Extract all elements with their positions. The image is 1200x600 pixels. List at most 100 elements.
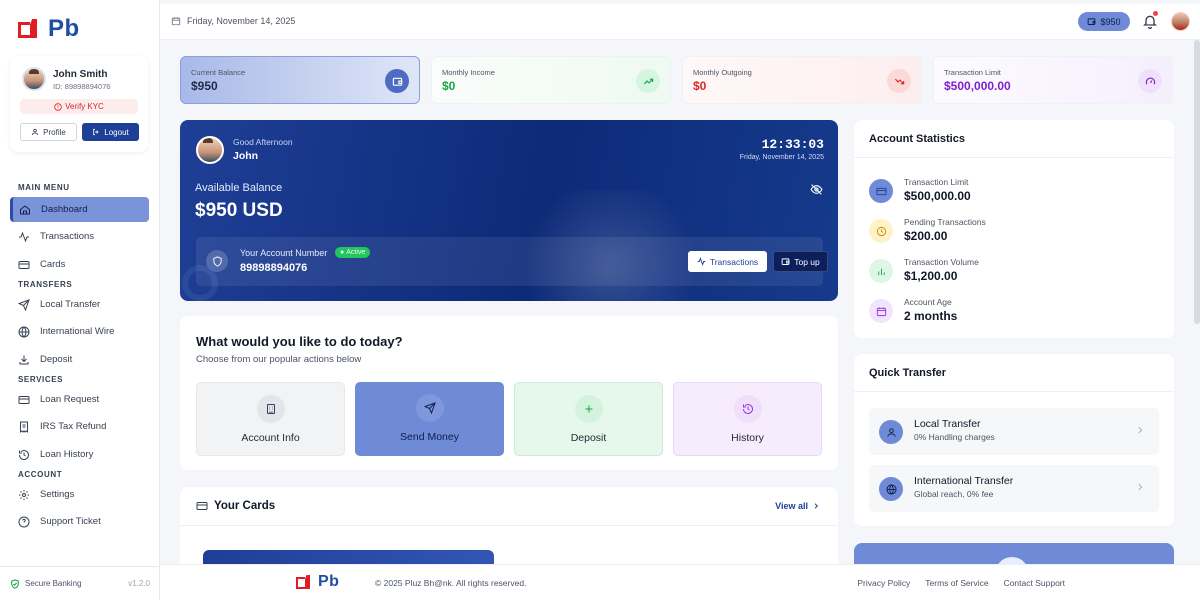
logout-button[interactable]: Logout	[82, 123, 139, 141]
live-clock: 12:33:03	[761, 137, 824, 152]
quick-transfer-international[interactable]: International Transfer Global reach, 0% …	[869, 465, 1159, 512]
stat-row-account-age: Account Age 2 months	[869, 293, 1149, 327]
action-history[interactable]: History	[673, 382, 822, 456]
verify-kyc-button[interactable]: Verify KYC	[20, 99, 138, 114]
clock-icon	[869, 219, 893, 243]
sidebar-item-dashboard[interactable]: Dashboard	[10, 197, 149, 222]
stat-monthly-outgoing: Monthly Outgoing $0	[682, 56, 922, 104]
quick-transfer-title: Quick Transfer	[869, 367, 947, 379]
sidebar-item-loan-request[interactable]: Loan Request	[10, 387, 149, 412]
action-send-money[interactable]: Send Money	[355, 382, 504, 456]
user-name: John Smith	[53, 69, 108, 80]
nav-section-transfers: TRANSFERS	[18, 280, 73, 289]
sidebar-item-label: Loan Request	[40, 394, 100, 405]
status-text: Active	[346, 249, 366, 256]
quick-transfer-sub: Global reach, 0% fee	[914, 489, 994, 499]
privacy-policy-link[interactable]: Privacy Policy	[857, 578, 910, 588]
stat-row-label: Transaction Volume	[904, 257, 979, 267]
nav-section-services: SERVICES	[18, 375, 64, 384]
transactions-button-label: Transactions	[709, 256, 759, 267]
account-number-box: Your Account Number ● Active 89898894076 …	[196, 237, 828, 286]
stat-row-value: 2 months	[904, 309, 958, 323]
action-deposit[interactable]: Deposit	[514, 382, 663, 456]
send-icon	[18, 298, 30, 311]
logout-icon	[93, 128, 99, 136]
sidebar-item-international-wire[interactable]: International Wire	[10, 319, 149, 344]
history-icon	[18, 449, 30, 461]
stat-label: Current Balance	[191, 68, 246, 77]
page-scrollbar[interactable]	[1194, 40, 1200, 324]
top-up-button[interactable]: Top up	[773, 251, 828, 272]
sidebar-item-local-transfer[interactable]: Local Transfer	[10, 292, 149, 317]
sidebar: Pb John Smith ID: 89898894076 Verify KYC…	[0, 0, 160, 600]
action-account-info[interactable]: Account Info	[196, 382, 345, 456]
receipt-icon	[18, 421, 30, 433]
contact-support-link[interactable]: Contact Support	[1004, 578, 1065, 588]
shield-check-icon	[11, 578, 19, 589]
sidebar-item-label: Local Transfer	[40, 299, 101, 310]
gauge-icon	[1138, 69, 1162, 93]
trending-up-icon	[636, 69, 660, 93]
brand-logo[interactable]: Pb	[18, 14, 80, 44]
footer-brand-name: Pb	[318, 573, 340, 590]
top-up-button-label: Top up	[794, 256, 820, 267]
nav-section-account: ACCOUNT	[18, 470, 63, 479]
download-icon	[18, 354, 30, 366]
user-avatar	[22, 67, 46, 91]
terms-of-service-link[interactable]: Terms of Service	[925, 578, 988, 588]
current-date-text: Friday, November 14, 2025	[187, 16, 296, 26]
action-label: Send Money	[400, 431, 459, 443]
nav-section-main: MAIN MENU	[18, 183, 70, 192]
balance-hero: Good Afternoon John 12:33:03 Friday, Nov…	[180, 120, 838, 301]
sidebar-item-label: IRS Tax Refund	[40, 421, 107, 432]
sidebar-item-transactions[interactable]: Transactions	[10, 224, 149, 249]
top-bar: Friday, November 14, 2025 $950	[160, 4, 1200, 40]
bar-chart-icon	[869, 259, 893, 283]
account-number: 89898894076	[240, 262, 308, 274]
history-icon	[733, 395, 762, 423]
eye-off-icon[interactable]	[810, 183, 823, 196]
quick-transfer-name: Local Transfer	[914, 418, 981, 430]
sidebar-item-settings[interactable]: Settings	[10, 482, 149, 507]
logo-icon	[296, 574, 312, 590]
footer-logo[interactable]: Pb	[296, 573, 339, 591]
quick-actions: What would you like to do today? Choose …	[180, 316, 838, 470]
brand-name: Pb	[48, 15, 80, 42]
sidebar-item-cards[interactable]: Cards	[10, 252, 149, 277]
app-version: v1.2.0	[128, 579, 150, 588]
view-all-link[interactable]: View all	[775, 501, 820, 511]
user-card: John Smith ID: 89898894076 Verify KYC Pr…	[10, 56, 148, 152]
transactions-button[interactable]: Transactions	[688, 251, 767, 272]
credit-card-icon	[18, 259, 30, 271]
stat-monthly-income: Monthly Income $0	[431, 56, 671, 104]
sidebar-item-deposit[interactable]: Deposit	[10, 347, 149, 372]
balance-pill[interactable]: $950	[1078, 12, 1130, 31]
sidebar-item-label: Support Ticket	[40, 516, 101, 527]
stat-value: $0	[442, 79, 456, 93]
top-avatar[interactable]	[1171, 12, 1190, 31]
trending-down-icon	[887, 69, 911, 93]
profile-button[interactable]: Profile	[20, 123, 77, 141]
cards-title-text: Your Cards	[214, 500, 276, 512]
sidebar-item-label: Cards	[40, 259, 66, 270]
stat-row-value: $1,200.00	[904, 269, 958, 283]
activity-icon	[697, 257, 706, 266]
gear-icon	[18, 489, 30, 501]
chevron-right-icon	[1138, 426, 1143, 434]
sidebar-item-loan-history[interactable]: Loan History	[10, 442, 149, 467]
sidebar-item-support-ticket[interactable]: Support Ticket	[10, 509, 149, 534]
quick-transfer-name: International Transfer	[914, 475, 1014, 487]
stat-label: Monthly Income	[442, 68, 495, 77]
sidebar-item-label: Settings	[40, 489, 75, 500]
actions-title: What would you like to do today?	[196, 334, 403, 349]
action-label: Deposit	[570, 432, 607, 444]
alert-circle-icon	[54, 102, 62, 111]
stat-transaction-limit: Transaction Limit $500,000.00	[933, 56, 1173, 104]
sidebar-footer: Secure Banking v1.2.0	[0, 566, 160, 600]
user-icon	[879, 420, 903, 444]
sidebar-item-label: Deposit	[40, 354, 73, 365]
quick-transfer-local[interactable]: Local Transfer 0% Handling charges	[869, 408, 1159, 455]
sidebar-item-label: International Wire	[40, 326, 115, 337]
stat-label: Transaction Limit	[944, 68, 1001, 77]
sidebar-item-irs-tax-refund[interactable]: IRS Tax Refund	[10, 414, 149, 439]
